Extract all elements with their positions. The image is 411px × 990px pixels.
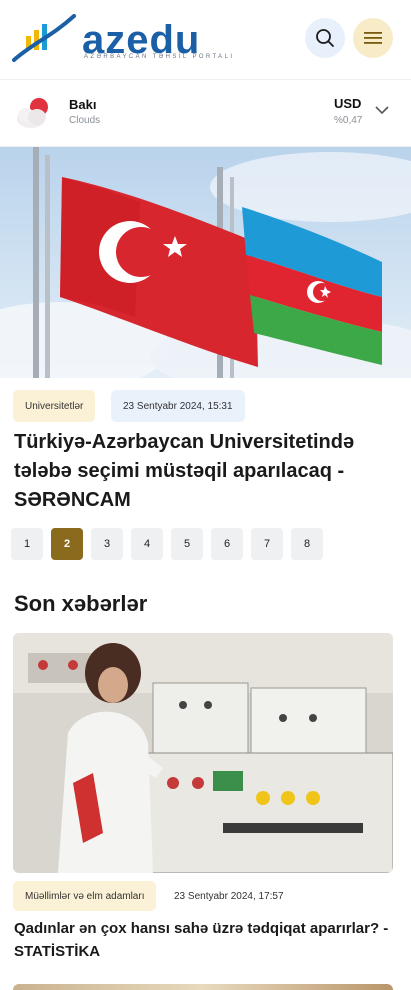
currency-change: %0,47 bbox=[334, 115, 363, 126]
page-8-button[interactable]: 8 bbox=[291, 528, 323, 560]
menu-icon bbox=[364, 32, 382, 44]
lab-photo-illustration bbox=[13, 633, 393, 873]
featured-category-tag[interactable]: Universitetlər bbox=[13, 390, 96, 422]
search-button[interactable] bbox=[305, 18, 345, 58]
logo-tagline: AZƏRBAYCAN TƏHSİL PORTALI bbox=[84, 54, 235, 60]
page-5-button[interactable]: 5 bbox=[171, 528, 203, 560]
page-4-button[interactable]: 4 bbox=[131, 528, 163, 560]
page-7-button[interactable]: 7 bbox=[251, 528, 283, 560]
weather-city: Bakı bbox=[69, 97, 97, 112]
latest-news-heading: Son xəbərlər bbox=[14, 591, 148, 616]
cloud-sun-icon bbox=[17, 98, 48, 128]
page-2-button[interactable]: 2 bbox=[51, 528, 83, 560]
news-item-title[interactable]: Qadınlar ən çox hansı sahə üzrə tədqiqat… bbox=[14, 917, 399, 963]
next-news-image[interactable] bbox=[13, 984, 393, 990]
flags-illustration bbox=[0, 147, 411, 378]
news-item-image[interactable] bbox=[13, 633, 393, 873]
page-6-button[interactable]: 6 bbox=[211, 528, 243, 560]
page-3-button[interactable]: 3 bbox=[91, 528, 123, 560]
news-item-category-tag[interactable]: Müəllimlər və elm adamları bbox=[13, 881, 157, 911]
search-icon bbox=[316, 29, 334, 47]
site-header: azedu AZƏRBAYCAN TƏHSİL PORTALI bbox=[0, 0, 411, 80]
featured-title[interactable]: Türkiyə-Azərbaycan Universitetində tələb… bbox=[14, 428, 399, 515]
featured-image[interactable] bbox=[0, 147, 411, 378]
logo-mark-icon bbox=[12, 14, 76, 62]
news-item-date: 23 Sentyabr 2024, 17:57 bbox=[174, 890, 284, 902]
featured-pagination: 1 2 3 4 5 6 7 8 bbox=[11, 528, 323, 560]
featured-date: 23 Sentyabr 2024, 15:31 bbox=[111, 390, 245, 422]
weather-condition: Clouds bbox=[69, 115, 101, 126]
currency-code[interactable]: USD bbox=[334, 96, 361, 111]
page-1-button[interactable]: 1 bbox=[11, 528, 43, 560]
site-logo[interactable]: azedu AZƏRBAYCAN TƏHSİL PORTALI bbox=[12, 14, 232, 64]
chevron-down-icon[interactable] bbox=[374, 104, 390, 116]
weather-bar: Bakı Clouds USD %0,47 bbox=[0, 80, 411, 146]
menu-button[interactable] bbox=[353, 18, 393, 58]
